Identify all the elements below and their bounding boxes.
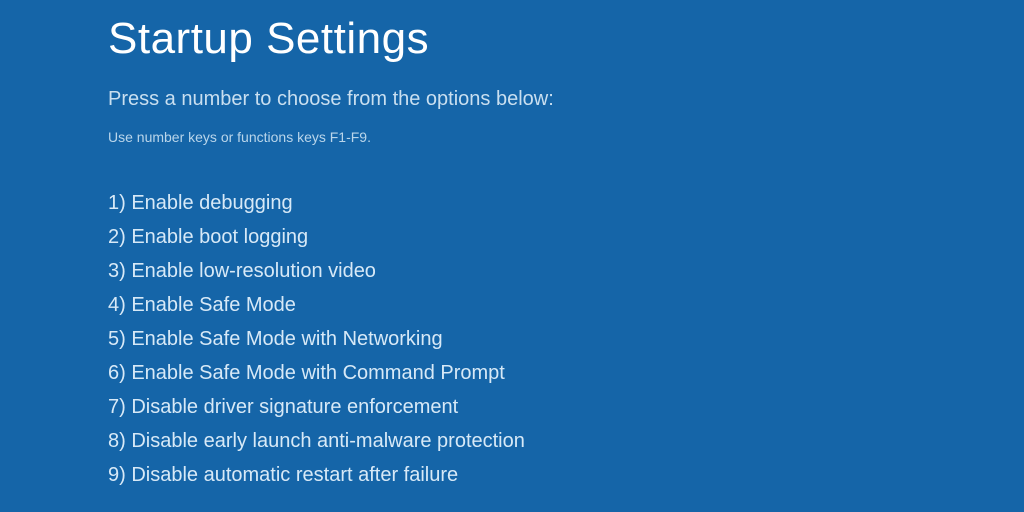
option-number: 1 — [108, 192, 119, 214]
option-label: Enable Safe Mode with Command Prompt — [131, 362, 505, 384]
option-label: Enable low-resolution video — [131, 260, 376, 282]
option-label: Enable Safe Mode — [131, 294, 296, 316]
list-item[interactable]: 4) Enable Safe Mode — [108, 289, 1024, 321]
option-number: 4 — [108, 294, 119, 316]
option-label: Disable early launch anti-malware protec… — [131, 430, 525, 452]
list-item[interactable]: 8) Disable early launch anti-malware pro… — [108, 425, 1024, 457]
option-label: Disable automatic restart after failure — [131, 464, 458, 486]
hint-text: Use number keys or functions keys F1-F9. — [108, 129, 1024, 145]
option-number: 5 — [108, 328, 119, 350]
list-item[interactable]: 9) Disable automatic restart after failu… — [108, 459, 1024, 491]
option-number: 7 — [108, 396, 119, 418]
list-item[interactable]: 3) Enable low-resolution video — [108, 255, 1024, 287]
list-item[interactable]: 7) Disable driver signature enforcement — [108, 391, 1024, 423]
option-number: 9 — [108, 464, 119, 486]
option-label: Enable boot logging — [131, 226, 308, 248]
option-number: 8 — [108, 430, 119, 452]
option-number: 2 — [108, 226, 119, 248]
page-title: Startup Settings — [108, 14, 1024, 64]
option-label: Enable Safe Mode with Networking — [131, 328, 442, 350]
option-label: Enable debugging — [131, 192, 292, 214]
list-item[interactable]: 1) Enable debugging — [108, 187, 1024, 219]
instruction-text: Press a number to choose from the option… — [108, 88, 1024, 111]
list-item[interactable]: 6) Enable Safe Mode with Command Prompt — [108, 357, 1024, 389]
option-label: Disable driver signature enforcement — [131, 396, 458, 418]
option-number: 6 — [108, 362, 119, 384]
list-item[interactable]: 2) Enable boot logging — [108, 221, 1024, 253]
startup-options-list: 1) Enable debugging 2) Enable boot loggi… — [108, 187, 1024, 491]
list-item[interactable]: 5) Enable Safe Mode with Networking — [108, 323, 1024, 355]
option-number: 3 — [108, 260, 119, 282]
